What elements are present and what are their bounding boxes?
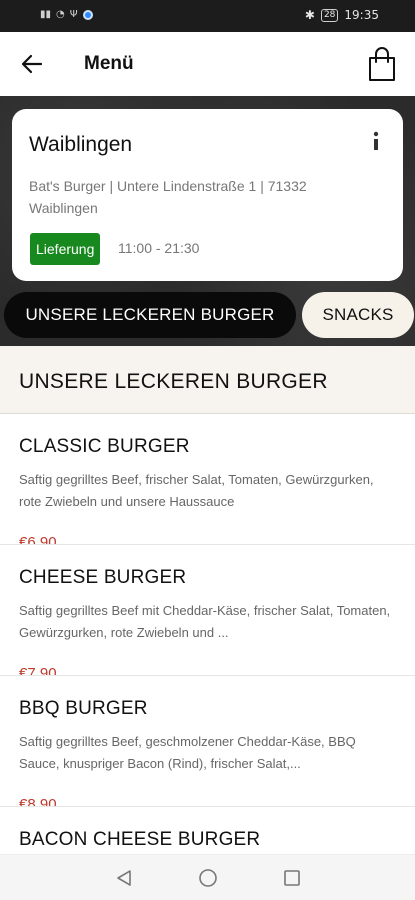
delivery-badge: Lieferung [30,233,101,265]
item-name: BACON CHEESE BURGER [19,829,261,850]
app-header: Menü [0,32,415,96]
menu-item-bbq-burger[interactable]: BBQ BURGER Saftig gegrilltes Beef, gesch… [0,676,415,807]
tab-snacks[interactable]: SNACKS [302,292,414,338]
item-name: CHEESE BURGER [19,567,187,588]
status-bar: ▮▮ ◔ Ψ ✱ 28 19:35 [0,0,415,32]
info-button[interactable] [369,131,383,153]
item-description: Saftig gegrilltes Beef, frischer Salat, … [19,472,374,509]
nav-recents-button[interactable] [281,867,303,889]
notification-icon [82,9,93,20]
item-price: €8,90 [19,796,57,807]
cart-button[interactable] [367,46,397,82]
menu-list: CLASSIC BURGER Saftig gegrilltes Beef, f… [0,414,415,854]
back-button[interactable] [18,50,46,78]
tab-unsere-leckeren-burger[interactable]: UNSERE LECKEREN BURGER [4,292,296,338]
item-price: €7,90 [19,665,57,676]
shopping-bag-icon [369,47,395,81]
item-name: BBQ BURGER [19,698,148,719]
store-name: Waiblingen [29,133,133,156]
system-nav-bar [0,854,415,900]
item-description: Saftig gegrilltes Beef, geschmolzener Ch… [19,734,356,771]
nav-home-button[interactable] [197,867,219,889]
bluetooth-icon: ✱ [304,8,315,22]
menu-item-cheese-burger[interactable]: CHEESE BURGER Saftig gegrilltes Beef mit… [0,545,415,676]
section-title: UNSERE LECKEREN BURGER [19,370,328,393]
arrow-left-icon [21,54,43,74]
category-tabs: UNSERE LECKEREN BURGER SNACKS [0,292,415,340]
circle-home-icon [198,868,217,887]
signal-icon: ▮▮ [40,9,52,20]
wifi-icon: ◔ [56,9,65,20]
usb-icon: Ψ [69,9,78,20]
section-header: UNSERE LECKEREN BURGER [0,346,415,414]
clock: 19:35 [344,8,379,22]
battery-icon: 28 [320,8,339,22]
menu-item-classic-burger[interactable]: CLASSIC BURGER Saftig gegrilltes Beef, f… [0,414,415,545]
info-icon [373,131,379,150]
item-price: €6,90 [19,534,57,545]
square-recents-icon [283,869,300,886]
nav-back-button[interactable] [113,867,135,889]
menu-item-bacon-cheese-burger[interactable]: BACON CHEESE BURGER [0,807,415,854]
page-title: Menü [84,53,134,74]
status-icons-left: ▮▮ ◔ Ψ [40,9,93,20]
opening-hours: 11:00 - 21:30 [118,240,200,256]
store-card: Waiblingen Bat's Burger | Untere Lindens… [12,109,403,281]
status-icons-right: ✱ 28 19:35 [305,8,379,22]
item-description: Saftig gegrilltes Beef mit Cheddar-Käse,… [19,603,391,640]
store-address: Bat's Burger | Untere Lindenstraße 1 | 7… [29,178,307,216]
triangle-back-icon [116,869,131,886]
item-name: CLASSIC BURGER [19,436,190,457]
